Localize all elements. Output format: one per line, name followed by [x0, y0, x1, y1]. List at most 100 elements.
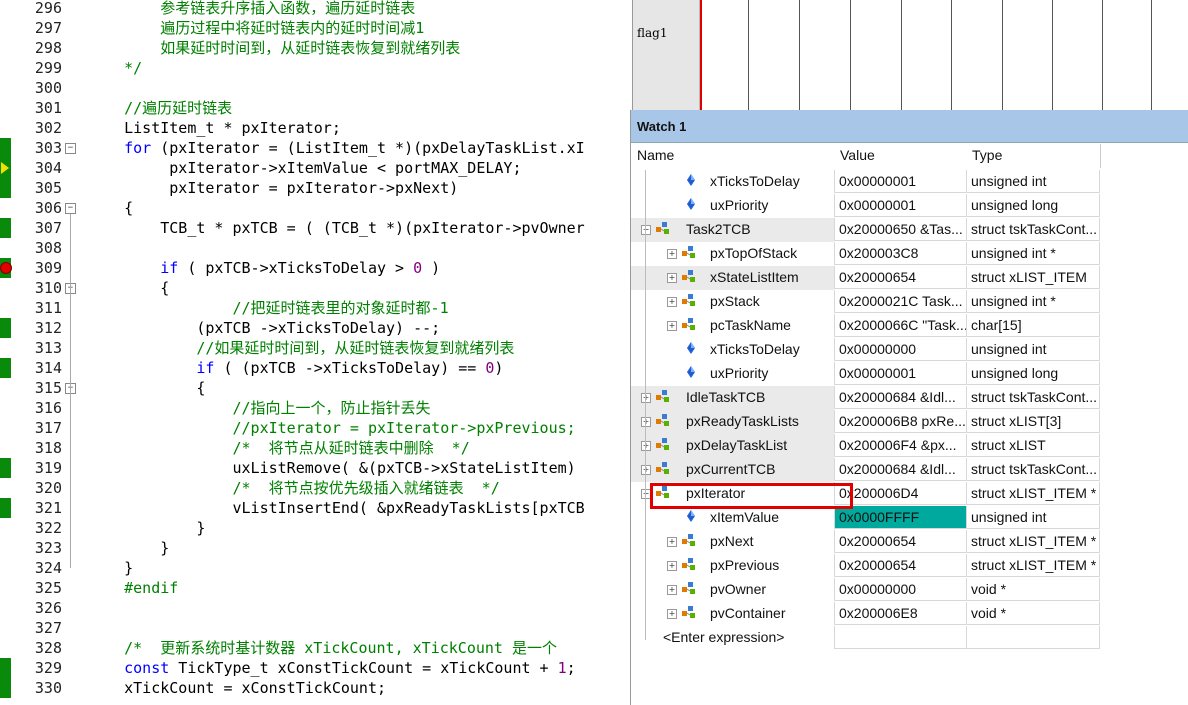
expand-icon[interactable]: +	[667, 585, 677, 595]
code-line[interactable]: /* 将节点从延时链表中删除 */	[88, 438, 469, 458]
watch-row[interactable]: + pxNext 0x20000654 struct xLIST_ITEM *	[631, 530, 1101, 554]
watch-row[interactable]: xTicksToDelay 0x00000001 unsigned int	[631, 170, 1101, 194]
watch-value-cell[interactable]: 0x20000654	[834, 530, 966, 553]
code-line[interactable]: TCB_t * pxTCB = ( (TCB_t *)(pxIterator->…	[88, 218, 584, 238]
breakpoint-gutter[interactable]	[0, 0, 12, 705]
code-line[interactable]: //把延时链表里的对象延时都-1	[88, 298, 448, 318]
expand-icon[interactable]: +	[667, 297, 677, 307]
code-line[interactable]: vListInsertEnd( &pxReadyTaskLists[pxTCB	[88, 498, 584, 518]
expand-icon[interactable]: +	[667, 321, 677, 331]
watch-value-cell[interactable]: 0x200006F4 &px...	[834, 434, 966, 457]
code-line[interactable]: (pxTCB ->xTicksToDelay) --;	[88, 318, 440, 338]
watch-name-cell[interactable]: xItemValue	[631, 506, 834, 530]
watch-row[interactable]: uxPriority 0x00000001 unsigned long	[631, 362, 1101, 386]
watch-value-cell[interactable]: 0x00000000	[834, 578, 966, 601]
watch-value-cell[interactable]: 0x200006D4	[834, 482, 966, 505]
code-line[interactable]: {	[88, 278, 169, 298]
watch-name-cell[interactable]: uxPriority	[631, 194, 834, 218]
code-line[interactable]: for (pxIterator = (ListItem_t *)(pxDelay…	[88, 138, 585, 158]
code-line[interactable]: /* 将节点按优先级插入就绪链表 */	[88, 478, 499, 498]
collapse-icon[interactable]: −	[641, 225, 651, 235]
watch-value-cell[interactable]: 0x200006B8 pxRe...	[834, 410, 966, 433]
expand-icon[interactable]: +	[667, 249, 677, 259]
expand-icon[interactable]: +	[641, 441, 651, 451]
code-line[interactable]: //如果延时时间到，从延时链表恢复到就绪列表	[88, 338, 514, 358]
watch-value-cell[interactable]: 0x00000001	[834, 170, 966, 193]
watch-name-cell[interactable]: − Task2TCB	[631, 218, 834, 242]
watch-value-cell[interactable]: 0x200003C8	[834, 242, 966, 265]
watch-title-bar[interactable]: Watch 1	[631, 110, 1188, 143]
code-line[interactable]: if ( pxTCB->xTicksToDelay > 0 )	[88, 258, 440, 278]
watch-name-cell[interactable]: + IdleTaskTCB	[631, 386, 834, 410]
expand-icon[interactable]: +	[667, 537, 677, 547]
fold-toggle-icon[interactable]: −	[65, 203, 76, 214]
watch-name-cell[interactable]: + pxReadyTaskLists	[631, 410, 834, 434]
watch-row[interactable]: − Task2TCB 0x20000650 &Tas...struct tskTas…	[631, 218, 1101, 242]
column-header-name[interactable]: Name	[631, 144, 835, 168]
watch-row[interactable]: + pxStack 0x2000021C Task... unsigned int *	[631, 290, 1101, 314]
code-line[interactable]: //遍历延时链表	[88, 98, 232, 118]
watch-row[interactable]: + pxReadyTaskLists 0x200006B8 pxRe...struc…	[631, 410, 1101, 434]
watch-name-cell[interactable]: uxPriority	[631, 362, 834, 386]
expand-icon[interactable]: +	[641, 465, 651, 475]
watch-name-cell[interactable]: + pxNext	[631, 530, 834, 554]
watch-row[interactable]: + pcTaskName 0x2000066C "Task... char[15]	[631, 314, 1101, 338]
watch-row[interactable]: + xStateListItem 0x20000654 struct xLIST_IT…	[631, 266, 1101, 290]
code-line[interactable]: xTickCount = xConstTickCount;	[88, 678, 386, 698]
watch-value-cell[interactable]: 0x2000021C Task...	[834, 290, 966, 313]
watch-value-cell[interactable]: 0x200006E8	[834, 602, 966, 625]
watch-name-cell[interactable]: + pxTopOfStack	[631, 242, 834, 266]
code-line[interactable]: if ( (pxTCB ->xTicksToDelay) == 0)	[88, 358, 503, 378]
expand-icon[interactable]: +	[641, 393, 651, 403]
code-line[interactable]: 参考链表升序插入函数，遍历延时链表	[88, 0, 415, 18]
watch-row[interactable]: + IdleTaskTCB 0x20000684 &Idl...struct tsk…	[631, 386, 1101, 410]
watch-value-cell[interactable]: 0x20000650 &Tas...	[834, 218, 966, 241]
watch-row[interactable]: xItemValue 0x0000FFFF unsigned int	[631, 506, 1101, 530]
watch-row[interactable]: + pxPrevious 0x20000654 struct xLIST_ITEM *	[631, 554, 1101, 578]
code-line[interactable]: }	[88, 558, 133, 578]
code-line[interactable]: 如果延时时间到，从延时链表恢复到就绪列表	[88, 38, 460, 58]
code-line[interactable]: pxIterator = pxIterator->pxNext)	[88, 178, 458, 198]
code-line[interactable]: {	[88, 198, 133, 218]
code-line[interactable]: const TickType_t xConstTickCount = xTick…	[88, 658, 576, 678]
code-line[interactable]: #endif	[88, 578, 178, 598]
code-line[interactable]: */	[88, 58, 142, 78]
code-line[interactable]: {	[88, 378, 205, 398]
expand-icon[interactable]: +	[667, 273, 677, 283]
watch-name-cell[interactable]: <Enter expression>	[631, 626, 834, 650]
code-line[interactable]: /* 更新系统时基计数器 xTickCount, xTickCount 是一个	[88, 638, 557, 658]
watch-row[interactable]: + pxDelayTaskList 0x200006F4 &px...struct …	[631, 434, 1101, 458]
expand-icon[interactable]: +	[667, 609, 677, 619]
watch-name-cell[interactable]: + pvContainer	[631, 602, 834, 626]
watch-row[interactable]: + pvContainer 0x200006E8 void *	[631, 602, 1101, 626]
code-line[interactable]: }	[88, 538, 169, 558]
watch-name-cell[interactable]: + pxPrevious	[631, 554, 834, 578]
watch-row[interactable]: uxPriority 0x00000001 unsigned long	[631, 194, 1101, 218]
code-line[interactable]: //指向上一个，防止指针丢失	[88, 398, 430, 418]
watch-window[interactable]: Watch 1 Name Value Type xTicksToDelay 0x0…	[630, 110, 1188, 705]
code-editor[interactable]: 296 297 298 299 300 301 302 303 304 305 306 307 308 3…	[0, 0, 632, 705]
watch-row[interactable]: + pxCurrentTCB 0x20000684 &Idl...struct ts…	[631, 458, 1101, 482]
breakpoint-icon[interactable]	[0, 262, 12, 274]
watch-value-cell[interactable]: 0x00000000	[834, 338, 966, 361]
watch-name-cell[interactable]: xTicksToDelay	[631, 170, 834, 194]
watch-value-cell[interactable]: 0x20000654	[834, 554, 966, 577]
expand-icon[interactable]: +	[667, 561, 677, 571]
watch-value-cell[interactable]: 0x00000001	[834, 194, 966, 217]
column-header-value[interactable]: Value	[834, 144, 967, 168]
code-line[interactable]: ListItem_t * pxIterator;	[88, 118, 341, 138]
watch-value-cell[interactable]: 0x20000684 &Idl...	[834, 458, 966, 481]
code-line[interactable]: 遍历过程中将延时链表内的延时时间减1	[88, 18, 424, 38]
code-line[interactable]: uxListRemove( &(pxTCB->xStateListItem)	[88, 458, 575, 478]
watch-name-cell[interactable]: xTicksToDelay	[631, 338, 834, 362]
watch-row[interactable]: + pvOwner 0x00000000 void *	[631, 578, 1101, 602]
watch-name-cell[interactable]: + xStateListItem	[631, 266, 834, 290]
code-line[interactable]: }	[88, 518, 205, 538]
fold-toggle-icon[interactable]: −	[65, 143, 76, 154]
watch-value-cell[interactable]: 0x0000FFFF	[834, 506, 966, 529]
expand-icon[interactable]: +	[641, 417, 651, 427]
column-header-type[interactable]: Type	[966, 144, 1101, 168]
watch-row[interactable]: xTicksToDelay 0x00000000 unsigned int	[631, 338, 1101, 362]
watch-name-cell[interactable]: + pcTaskName	[631, 314, 834, 338]
watch-name-cell[interactable]: + pxStack	[631, 290, 834, 314]
